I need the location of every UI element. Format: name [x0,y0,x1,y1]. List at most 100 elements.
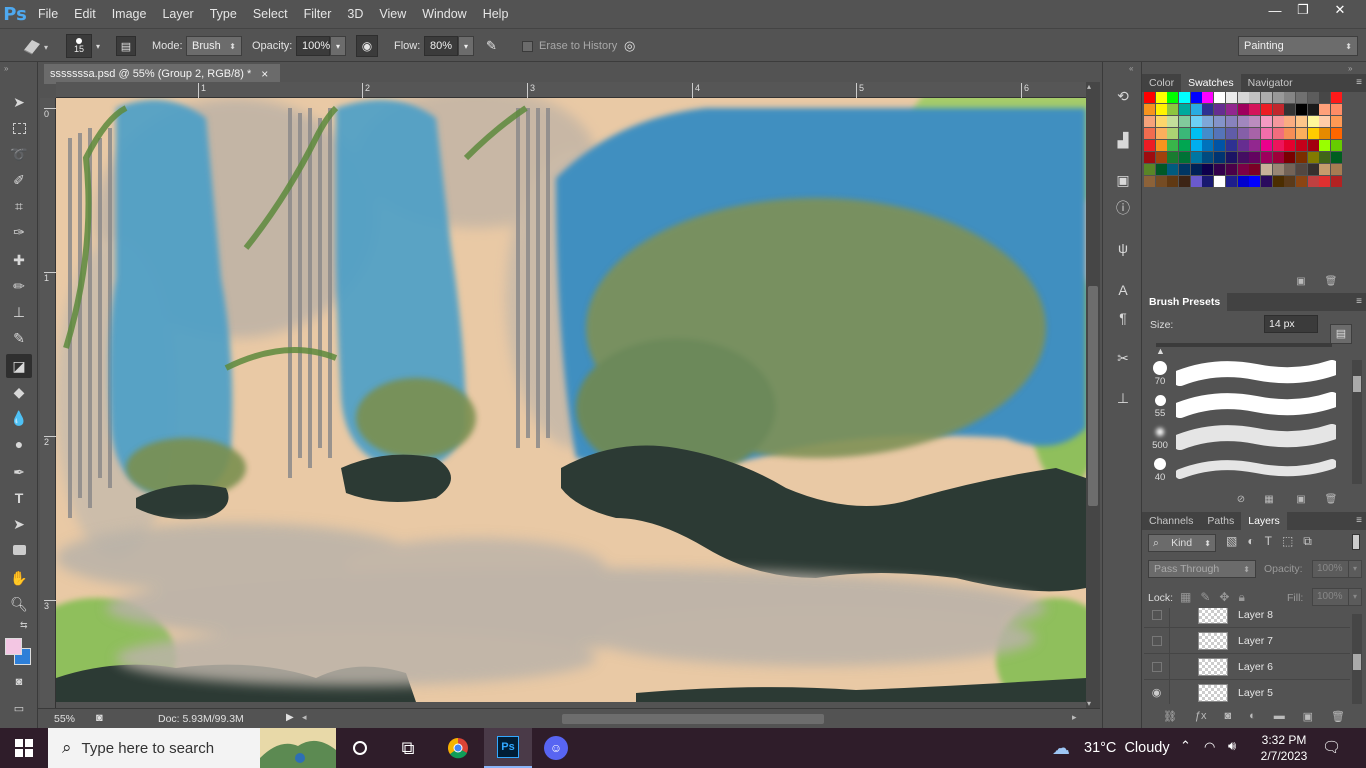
add-mask-icon[interactable]: ◙ [1224,710,1231,728]
color-swatch[interactable] [1214,104,1226,115]
shape-tool[interactable] [6,538,32,562]
color-swatch[interactable] [1284,116,1296,127]
close-tab-icon[interactable]: × [261,67,268,81]
pen-tool[interactable]: ✒ [6,460,32,484]
photoshop-taskbar-button[interactable]: Ps [484,728,532,768]
color-swatch[interactable] [1144,176,1155,187]
color-swatch[interactable] [1272,128,1284,139]
color-swatch[interactable] [1295,116,1307,127]
tab-brush-presets[interactable]: Brush Presets [1142,293,1228,311]
color-swatch[interactable] [1237,116,1249,127]
color-swatch[interactable] [1237,128,1249,139]
color-swatch[interactable] [1331,140,1342,151]
color-swatch[interactable] [1167,104,1179,115]
delete-swatch-icon[interactable]: 🗑︎ [1324,276,1338,288]
color-swatch[interactable] [1295,128,1307,139]
brush-toggle-icon[interactable]: ⊘ [1234,494,1248,506]
pressure-opacity-button[interactable]: ◉ [356,35,378,57]
color-swatch[interactable] [1272,164,1284,175]
new-layer-icon[interactable]: ▣ [1303,710,1313,728]
restore-button[interactable]: ❐ [1286,0,1320,20]
discord-taskbar-button[interactable]: ☺ [532,728,580,768]
brush-preset-item[interactable]: 70 [1142,356,1352,388]
color-swatch[interactable] [1295,140,1307,151]
color-swatch[interactable] [1202,140,1214,151]
eraser-tool-preset-picker[interactable]: ▾ [20,35,50,57]
quick-mask-button[interactable]: ◙ [6,670,32,694]
color-swatch[interactable] [1272,104,1284,115]
color-swatch[interactable] [1155,152,1167,163]
color-swatch[interactable] [1179,104,1191,115]
tab-navigator[interactable]: Navigator [1241,74,1300,92]
color-swatch[interactable] [1272,116,1284,127]
color-swatch[interactable] [1331,164,1342,175]
color-swatch[interactable] [1260,104,1272,115]
layers-scrollbar[interactable] [1352,614,1362,704]
brush-size-input[interactable]: 14 px [1264,315,1318,333]
brush-tool[interactable]: ✏ [6,274,32,298]
visibility-toggle[interactable] [1144,608,1170,628]
color-swatch[interactable] [1214,152,1226,163]
brush-size-slider-thumb[interactable]: ▲ [1156,346,1165,356]
color-swatch[interactable] [1260,140,1272,151]
color-swatch[interactable] [1249,128,1261,139]
scroll-up-icon[interactable]: ▴ [1087,82,1091,91]
brush-settings-icon[interactable]: ▤ [1330,324,1352,344]
color-swatch[interactable] [1179,92,1191,103]
color-swatch[interactable] [1331,116,1342,127]
status-menu-arrow-icon[interactable]: ▶ [286,712,294,723]
collapse-panels-icon[interactable]: « [1129,64,1133,73]
brush-list-scrollbar[interactable] [1352,360,1362,484]
menu-file[interactable]: File [30,0,66,28]
link-layers-icon[interactable]: ⛓ [1163,710,1177,728]
color-swatch[interactable] [1225,128,1237,139]
adjustment-layer-icon[interactable]: ◐ [1249,710,1256,728]
color-swatch[interactable] [1155,104,1167,115]
brush-preset-item[interactable]: 40 [1142,452,1352,484]
start-button[interactable] [0,728,48,768]
color-swatch[interactable] [1144,116,1155,127]
lasso-tool[interactable]: ➰ [6,142,32,166]
color-swatch[interactable] [1225,104,1237,115]
tool-presets-panel-icon[interactable]: ✂ [1113,348,1133,368]
color-swatch[interactable] [1190,164,1202,175]
hand-tool[interactable]: ✋ [6,566,32,590]
erase-to-history-checkbox[interactable]: Erase to History [522,35,617,57]
collapse-dock-icon[interactable]: » [1348,64,1352,73]
color-swatch[interactable] [1190,92,1202,103]
color-swatch[interactable] [1144,104,1155,115]
delete-brush-icon[interactable]: 🗑︎ [1324,494,1338,506]
color-swatch[interactable] [1249,116,1261,127]
color-swatch[interactable] [1284,140,1296,151]
cortana-button[interactable] [336,728,384,768]
color-swatch[interactable] [1237,92,1249,103]
paragraph-panel-icon[interactable]: ¶ [1113,308,1133,328]
color-swatch[interactable] [1295,104,1307,115]
vertical-scroll-thumb[interactable] [1088,286,1098,506]
color-swatch[interactable] [1307,104,1319,115]
color-swatch[interactable] [1179,152,1191,163]
brush-list-scroll-thumb[interactable] [1353,376,1361,392]
color-swatch[interactable] [1319,104,1331,115]
color-swatch[interactable] [1249,104,1261,115]
color-swatch[interactable] [1249,152,1261,163]
history-panel-icon[interactable]: ⟲ [1113,86,1133,106]
color-swatch[interactable] [1202,128,1214,139]
tab-swatches[interactable]: Swatches [1181,74,1241,92]
mode-select[interactable]: Brush ⬍ [186,35,242,57]
color-swatch[interactable] [1272,176,1284,187]
brush-size-slider[interactable] [1156,343,1332,347]
tab-paths[interactable]: Paths [1200,512,1241,530]
color-swatch[interactable] [1155,92,1167,103]
color-swatch[interactable] [1260,128,1272,139]
color-swatch[interactable] [1319,152,1331,163]
flow-dropdown-button[interactable]: ▾ [458,36,474,56]
notification-icon[interactable]: 🗨︎ [1322,738,1341,756]
layer-filter-kind-select[interactable]: ⌕ Kind ⬍ [1148,534,1216,552]
filter-toggle-switch[interactable] [1352,534,1360,550]
color-swatch[interactable] [1260,92,1272,103]
color-swatch[interactable] [1319,164,1331,175]
vertical-scrollbar[interactable]: ▴ ▾ [1086,82,1100,708]
collapse-tools-icon[interactable]: » [4,64,8,73]
canvas[interactable] [56,98,1086,702]
